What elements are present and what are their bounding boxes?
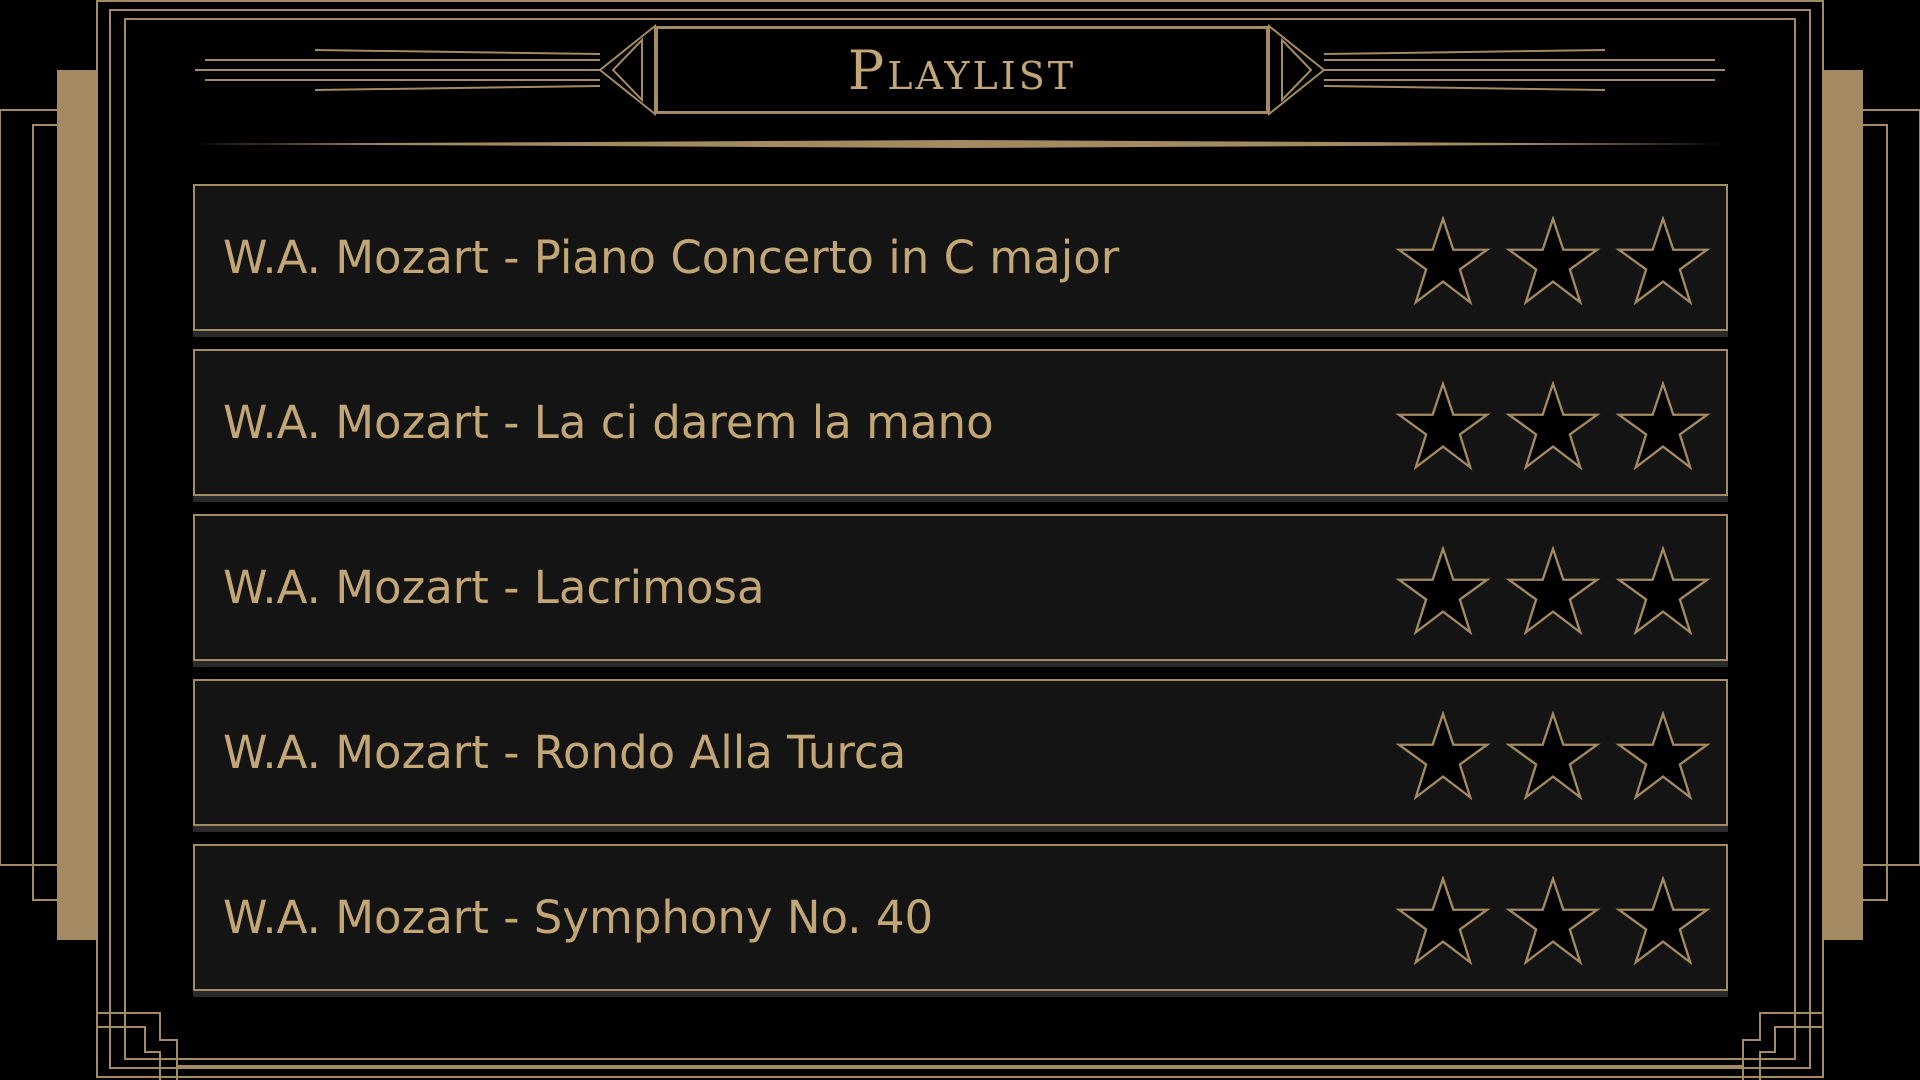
star-icon[interactable] <box>1388 546 1498 636</box>
playlist-item[interactable]: W.A. Mozart - Symphony No. 40 <box>193 844 1728 991</box>
star-icon[interactable] <box>1388 711 1498 801</box>
track-title: W.A. Mozart - Symphony No. 40 <box>223 891 934 944</box>
star-rating <box>1388 876 1718 966</box>
star-rating <box>1388 546 1718 636</box>
star-icon[interactable] <box>1498 711 1608 801</box>
star-icon[interactable] <box>1388 876 1498 966</box>
star-icon[interactable] <box>1388 216 1498 306</box>
star-rating <box>1388 711 1718 801</box>
track-title: W.A. Mozart - Lacrimosa <box>223 561 765 614</box>
star-icon[interactable] <box>1498 546 1608 636</box>
track-title: W.A. Mozart - Rondo Alla Turca <box>223 726 907 779</box>
track-title: W.A. Mozart - Piano Concerto in C major <box>223 231 1120 284</box>
star-icon[interactable] <box>1498 876 1608 966</box>
star-icon[interactable] <box>1388 381 1498 471</box>
track-title: W.A. Mozart - La ci darem la mano <box>223 396 994 449</box>
star-icon[interactable] <box>1608 711 1718 801</box>
playlist-item[interactable]: W.A. Mozart - Piano Concerto in C major <box>193 184 1728 331</box>
star-rating <box>1388 381 1718 471</box>
playlist-item[interactable]: W.A. Mozart - Lacrimosa <box>193 514 1728 661</box>
star-rating <box>1388 216 1718 306</box>
star-icon[interactable] <box>1498 216 1608 306</box>
playlist-item[interactable]: W.A. Mozart - La ci darem la mano <box>193 349 1728 496</box>
playlist-item[interactable]: W.A. Mozart - Rondo Alla Turca <box>193 679 1728 826</box>
star-icon[interactable] <box>1608 876 1718 966</box>
star-icon[interactable] <box>1498 381 1608 471</box>
star-icon[interactable] <box>1608 546 1718 636</box>
page-title: Playlist <box>655 26 1269 114</box>
star-icon[interactable] <box>1608 216 1718 306</box>
star-icon[interactable] <box>1608 381 1718 471</box>
